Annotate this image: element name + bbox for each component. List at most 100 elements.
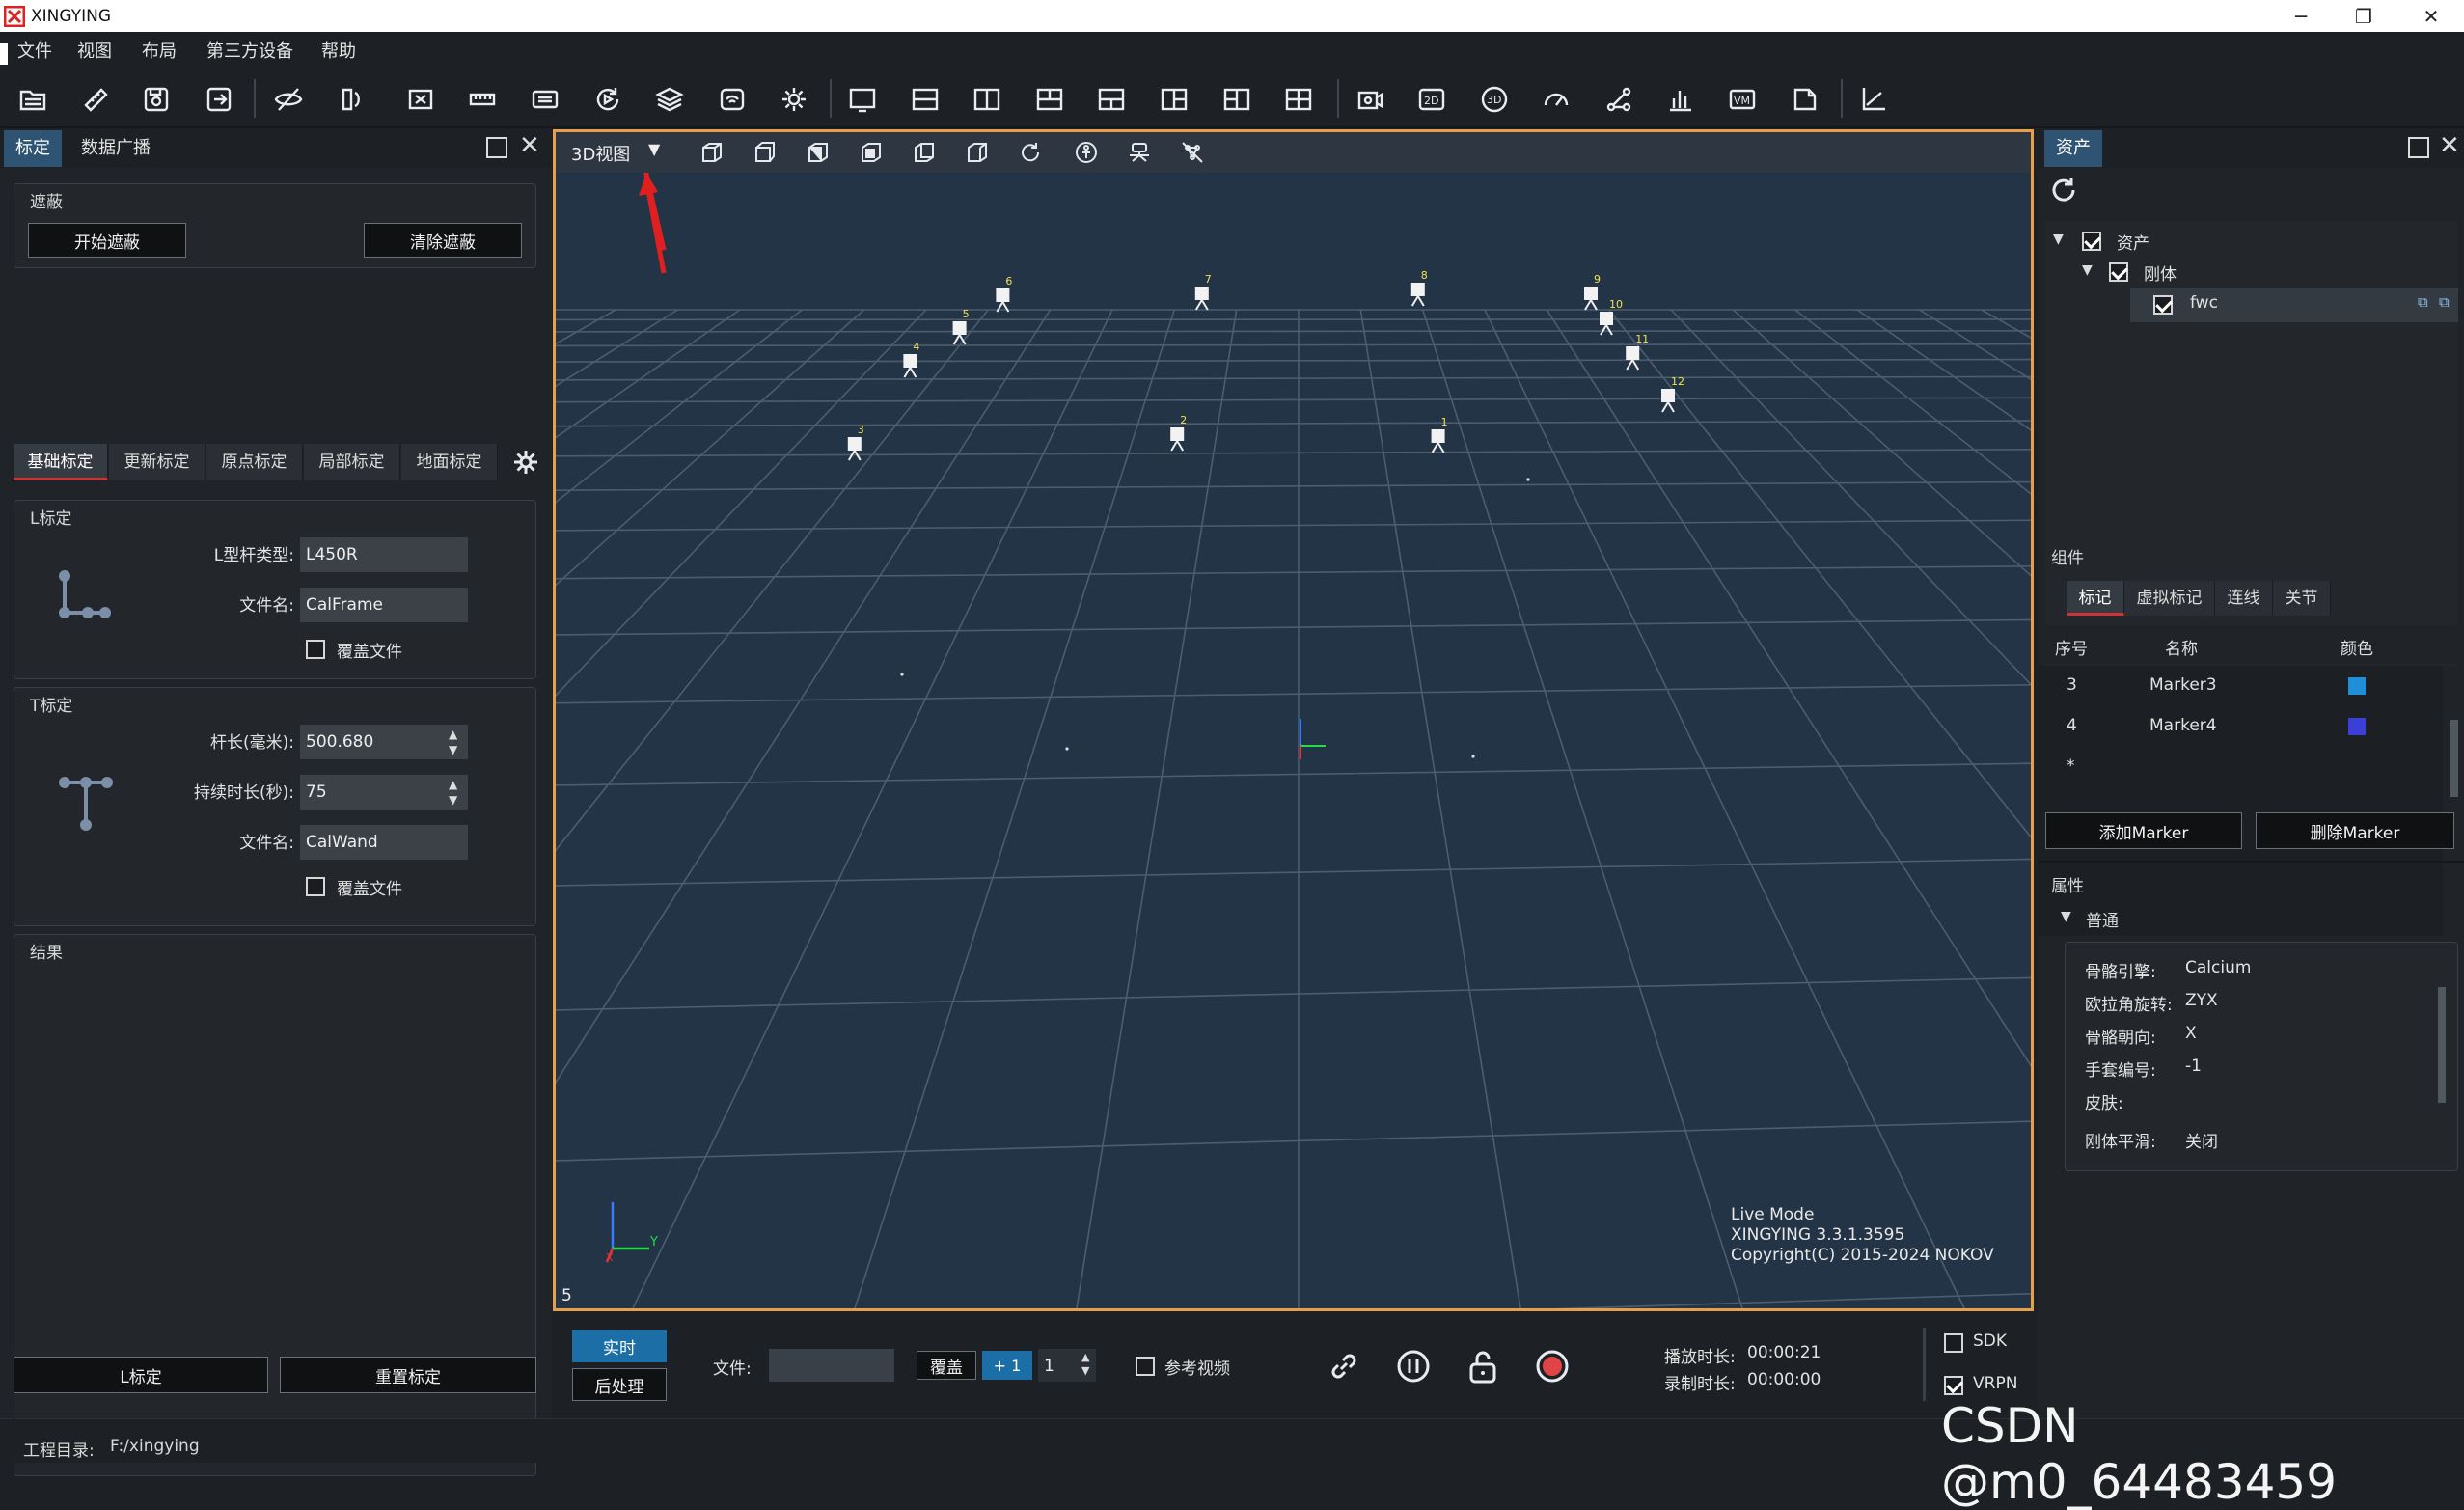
camera-capture-icon[interactable] [1349, 78, 1391, 121]
rigidbody-group-checkbox[interactable] [2109, 262, 2128, 282]
view-right-icon[interactable] [856, 138, 887, 167]
comp-tab-markers[interactable]: 标记 [2067, 581, 2124, 616]
increment-stepper-icon[interactable]: ▲ ▼ [1081, 1351, 1089, 1378]
prop-value[interactable]: ZYX [2185, 991, 2218, 1010]
rigidbody-edit-icon[interactable]: ⧉ [2418, 293, 2428, 311]
view-mode-select[interactable]: 3D视图 [571, 141, 630, 166]
export-icon[interactable] [1784, 78, 1826, 121]
layout-5-icon[interactable] [1090, 78, 1133, 121]
layout-7-icon[interactable] [1216, 78, 1258, 121]
layout-1-icon[interactable] [841, 78, 884, 121]
menu-third-party[interactable]: 第三方设备 [206, 38, 293, 63]
layers-icon[interactable] [648, 78, 691, 121]
ruler-icon[interactable] [74, 78, 117, 121]
camera-marker-11[interactable]: 11 [1626, 333, 1649, 371]
wand-length-stepper-icon[interactable]: ▲ ▼ [449, 727, 457, 757]
menu-layout[interactable]: 布局 [142, 38, 177, 63]
table-row[interactable]: 3 Marker3 [2038, 668, 2443, 704]
camera-marker-6[interactable]: 6 [996, 275, 1012, 313]
menu-view[interactable]: 视图 [77, 38, 112, 63]
prop-value[interactable]: Calcium [2185, 958, 2251, 977]
wand-length-field[interactable]: 500.680 [300, 725, 468, 759]
broadcast-icon[interactable] [711, 78, 753, 121]
save-as-icon[interactable] [198, 78, 240, 121]
post-process-button[interactable]: 后处理 [572, 1368, 667, 1401]
ruler-2-icon[interactable] [461, 78, 504, 121]
menu-file[interactable]: 文件 [17, 38, 52, 63]
comp-tab-links[interactable]: 连线 [2215, 581, 2273, 616]
table-row[interactable]: * [2038, 749, 2443, 785]
reset-calibration-button[interactable]: 重置标定 [280, 1357, 536, 1393]
chevron-down-icon[interactable]: ▼ [648, 140, 660, 158]
skeleton-icon[interactable] [1598, 78, 1640, 121]
comp-tab-joints[interactable]: 关节 [2273, 581, 2331, 616]
file-field[interactable] [769, 1349, 894, 1382]
props-scrollbar[interactable] [2438, 987, 2446, 1103]
overwrite-button[interactable]: 覆盖 [917, 1351, 976, 1380]
view-top-icon[interactable] [909, 138, 940, 167]
hide-icon[interactable] [267, 78, 310, 121]
view-bottom-icon[interactable] [962, 138, 993, 167]
view-back-icon[interactable] [750, 138, 780, 167]
camera-marker-5[interactable]: 5 [952, 308, 970, 345]
bar-chart-icon[interactable] [1659, 78, 1702, 121]
l-type-field[interactable]: L450R [300, 537, 468, 572]
float-panel-icon[interactable] [2408, 137, 2429, 158]
tab-calibration[interactable]: 标定 [4, 130, 62, 167]
sync-icon[interactable] [330, 78, 372, 121]
plus-one-button[interactable]: + 1 [982, 1351, 1032, 1380]
tab-data-broadcast[interactable]: 数据广播 [69, 130, 162, 167]
pause-icon[interactable] [1394, 1347, 1433, 1386]
clear-mask-button[interactable]: 清除遮蔽 [364, 223, 522, 258]
save-icon[interactable] [135, 78, 178, 121]
subtab-ground-calibration[interactable]: 地面标定 [401, 444, 498, 480]
row-color-swatch[interactable] [2348, 718, 2366, 735]
view-3d-icon[interactable]: 3D [1473, 78, 1516, 121]
start-mask-button[interactable]: 开始遮蔽 [28, 223, 186, 258]
camera-marker-10[interactable]: 10 [1600, 298, 1623, 336]
subtab-basic-calibration[interactable]: 基础标定 [14, 444, 108, 480]
view-front-icon[interactable] [697, 138, 727, 167]
refresh-view-icon[interactable] [1015, 138, 1046, 167]
camera-marker-8[interactable]: 8 [1410, 269, 1428, 307]
view-left-icon[interactable] [803, 138, 834, 167]
ref-video-checkbox[interactable] [1136, 1357, 1155, 1376]
restore-button[interactable]: ❐ [2335, 2, 2393, 31]
sdk-checkbox[interactable] [1944, 1333, 1963, 1353]
table-scrollbar[interactable] [2450, 720, 2458, 797]
assets-root-label[interactable]: 资产 [2117, 230, 2149, 254]
video-icon[interactable] [524, 78, 566, 121]
props-expand-icon[interactable]: ▼ [2061, 909, 2071, 924]
row-color-swatch[interactable] [2348, 677, 2366, 695]
gear-icon[interactable] [773, 78, 815, 121]
marker-view-icon[interactable] [1177, 138, 1208, 167]
close-panel-icon[interactable]: ✕ [2439, 131, 2460, 160]
float-panel-icon[interactable] [486, 137, 507, 158]
menu-help[interactable]: 帮助 [321, 38, 356, 63]
layout-2-icon[interactable] [904, 78, 946, 121]
l-overwrite-checkbox[interactable] [306, 640, 325, 659]
table-row[interactable]: 4 Marker4 [2038, 708, 2443, 745]
l-calibrate-button[interactable]: L标定 [14, 1357, 268, 1393]
prop-value[interactable]: X [2185, 1024, 2197, 1043]
camera-marker-2[interactable]: 2 [1170, 414, 1187, 452]
t-filename-field[interactable]: CalWand [300, 825, 468, 860]
tree-item-fwc[interactable] [2130, 288, 2458, 322]
prop-value[interactable]: 关闭 [2185, 1128, 2218, 1152]
tree-expand-icon[interactable]: ▼ [2053, 232, 2064, 247]
delete-marker-button[interactable]: 删除Marker [2256, 812, 2454, 849]
refresh-icon[interactable] [2047, 174, 2080, 206]
l-filename-field[interactable]: CalFrame [300, 588, 468, 622]
vm-icon[interactable]: VM [1721, 78, 1764, 121]
fwc-label[interactable]: fwc [2190, 293, 2218, 313]
camera-marker-9[interactable]: 9 [1584, 273, 1601, 311]
subtab-local-calibration[interactable]: 局部标定 [304, 444, 400, 480]
video-off-icon[interactable] [399, 78, 442, 121]
skeleton-view-icon[interactable] [1071, 138, 1102, 167]
tree-expand-icon[interactable]: ▼ [2082, 262, 2093, 278]
link-icon[interactable] [1325, 1347, 1363, 1386]
subtab-update-calibration[interactable]: 更新标定 [109, 444, 205, 480]
prop-value[interactable]: -1 [2185, 1057, 2202, 1076]
unlock-icon[interactable] [1464, 1345, 1502, 1387]
gauge-icon[interactable] [1535, 78, 1577, 121]
